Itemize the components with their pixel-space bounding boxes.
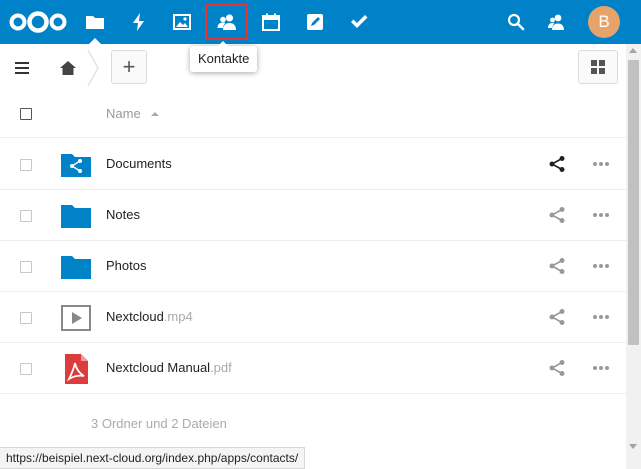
- file-list-header: Name: [0, 92, 626, 138]
- calendar-icon: [262, 13, 280, 31]
- breadcrumb-home[interactable]: [54, 54, 82, 82]
- nextcloud-logo-icon[interactable]: [8, 10, 68, 34]
- image-icon: [173, 14, 191, 30]
- file-row-nextcloud-manual-pdf[interactable]: Nextcloud Manual.pdf: [0, 343, 626, 394]
- pdf-file-icon: [65, 354, 88, 384]
- breadcrumb-separator: [87, 50, 99, 86]
- share-icon[interactable]: [548, 206, 566, 224]
- video-file-icon: [61, 305, 91, 331]
- row-checkbox[interactable]: [20, 363, 32, 375]
- home-icon: [60, 61, 76, 75]
- file-name[interactable]: Nextcloud Manual.pdf: [106, 360, 232, 375]
- app-tasks[interactable]: [337, 0, 381, 44]
- file-row-documents[interactable]: Documents: [0, 139, 626, 190]
- share-icon[interactable]: [548, 155, 566, 173]
- row-checkbox[interactable]: [20, 159, 32, 171]
- lightning-icon: [133, 13, 144, 31]
- column-name-header[interactable]: Name: [106, 106, 141, 121]
- more-actions-button[interactable]: [590, 257, 612, 275]
- more-actions-button[interactable]: [590, 155, 612, 173]
- share-icon[interactable]: [548, 308, 566, 326]
- more-actions-button[interactable]: [590, 206, 612, 224]
- status-url: https://beispiel.next-cloud.org/index.ph…: [6, 451, 299, 465]
- file-row-notes[interactable]: Notes: [0, 190, 626, 241]
- search-icon: [507, 13, 525, 31]
- hamburger-icon: [15, 62, 29, 74]
- app-notes[interactable]: [293, 0, 337, 44]
- share-icon[interactable]: [548, 359, 566, 377]
- folder-icon: [86, 16, 104, 29]
- avatar-initial: B: [598, 12, 610, 31]
- sort-ascending-icon: [151, 112, 159, 116]
- grid-view-icon: [591, 60, 605, 74]
- select-all-checkbox[interactable]: [20, 108, 32, 120]
- row-checkbox[interactable]: [20, 312, 32, 324]
- app-activity[interactable]: [117, 0, 161, 44]
- vertical-scrollbar[interactable]: [626, 44, 641, 469]
- add-icon: +: [122, 54, 136, 79]
- navigation-toggle-button[interactable]: [8, 54, 36, 82]
- notes-icon: [307, 14, 323, 30]
- controls-bar: +: [0, 44, 626, 92]
- grid-view-toggle-button[interactable]: [578, 50, 618, 84]
- share-icon[interactable]: [548, 257, 566, 275]
- app-gallery[interactable]: [160, 0, 204, 44]
- more-actions-button[interactable]: [590, 359, 612, 377]
- row-checkbox[interactable]: [20, 210, 32, 222]
- contacts-menu-icon: [548, 14, 564, 30]
- file-summary: 3 Ordner und 2 Dateien: [91, 416, 227, 431]
- new-file-button[interactable]: +: [111, 50, 147, 84]
- app-files[interactable]: [73, 0, 117, 44]
- file-row-photos[interactable]: Photos: [0, 241, 626, 292]
- checkmark-icon: [351, 15, 368, 28]
- folder-icon: [61, 256, 91, 279]
- row-checkbox[interactable]: [20, 261, 32, 273]
- app-calendar[interactable]: [249, 0, 293, 44]
- file-name[interactable]: Notes: [106, 207, 140, 222]
- scroll-thumb[interactable]: [628, 60, 639, 345]
- folder-icon: [61, 205, 91, 228]
- highlight-box: [205, 4, 248, 40]
- file-name[interactable]: Nextcloud.mp4: [106, 309, 193, 324]
- file-row-nextcloud-mp4[interactable]: Nextcloud.mp4: [0, 292, 626, 343]
- user-avatar[interactable]: B: [588, 6, 620, 38]
- link-status-bar: https://beispiel.next-cloud.org/index.ph…: [0, 447, 306, 469]
- file-name[interactable]: Documents: [106, 156, 172, 171]
- file-name[interactable]: Photos: [106, 258, 146, 273]
- search-button[interactable]: [496, 0, 536, 44]
- scroll-down-arrow-icon[interactable]: [629, 444, 637, 449]
- more-actions-button[interactable]: [590, 308, 612, 326]
- scroll-up-arrow-icon[interactable]: [629, 48, 637, 53]
- shared-folder-icon: [61, 154, 91, 177]
- app-header: B: [0, 0, 641, 44]
- contacts-menu-button[interactable]: [537, 0, 577, 44]
